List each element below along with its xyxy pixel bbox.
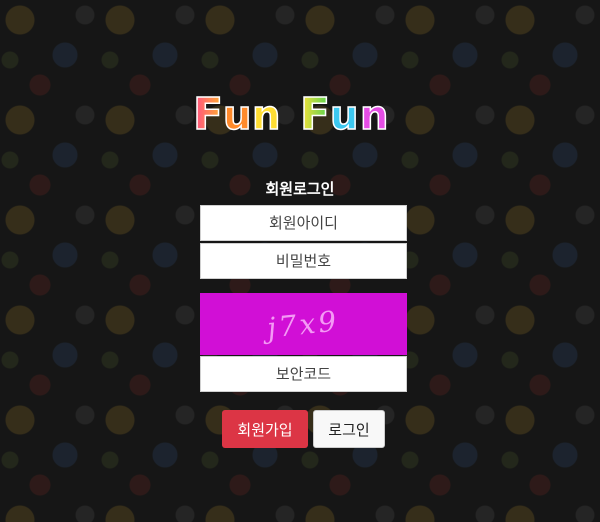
svg-text:n: n bbox=[252, 93, 280, 139]
captcha-code: j7x9 bbox=[265, 303, 342, 345]
svg-text:F: F bbox=[193, 89, 223, 140]
funfun-logo: F u n F u n bbox=[0, 82, 600, 146]
svg-text:u: u bbox=[223, 93, 251, 139]
password-input[interactable] bbox=[200, 243, 407, 279]
member-id-input[interactable] bbox=[200, 205, 407, 241]
svg-text:F: F bbox=[300, 89, 330, 140]
security-code-input[interactable] bbox=[200, 356, 407, 392]
login-button[interactable]: 로그인 bbox=[313, 410, 385, 448]
login-form-title: 회원로그인 bbox=[265, 181, 335, 198]
svg-text:n: n bbox=[360, 93, 388, 139]
svg-text:u: u bbox=[330, 93, 358, 139]
signup-button[interactable]: 회원가입 bbox=[222, 410, 308, 448]
captcha-image: j7x9 bbox=[200, 293, 407, 355]
